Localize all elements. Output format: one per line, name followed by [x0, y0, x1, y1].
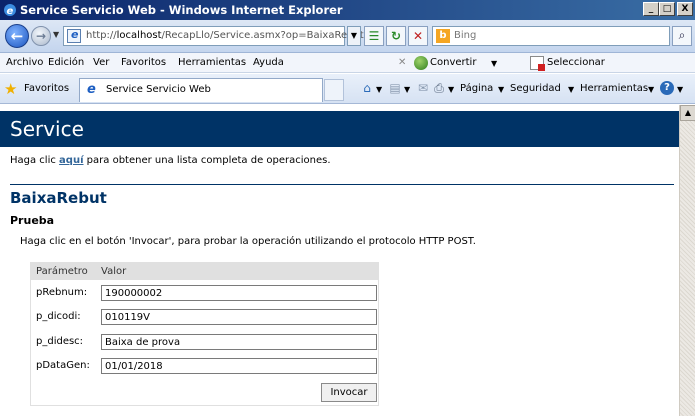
url-text: http://localhost/RecapLlo/Service.asmx?o… [86, 30, 364, 41]
vertical-scrollbar[interactable]: ▲ [679, 105, 695, 416]
convertir-dropdown-icon[interactable]: ▼ [491, 59, 497, 68]
search-placeholder: Bing [454, 30, 477, 41]
close-toolbar-icon[interactable]: ✕ [398, 57, 406, 68]
ie-page-icon: e [87, 82, 96, 97]
menu-herramientas[interactable]: Herramientas [178, 57, 246, 68]
ie-logo-icon: e [4, 4, 16, 17]
print-dropdown-icon[interactable]: ▼ [448, 85, 454, 94]
bing-icon: b [436, 29, 450, 43]
home-dropdown-icon[interactable]: ▼ [376, 85, 382, 94]
tab-service[interactable]: e Service Servicio Web [79, 78, 323, 102]
home-icon[interactable]: ⌂ [360, 81, 374, 95]
param-label-pdatagen: pDataGen: [36, 360, 90, 371]
star-icon: ★ [4, 80, 18, 98]
menu-archivo[interactable]: Archivo [6, 57, 43, 68]
safety-menu[interactable]: Seguridad [510, 83, 561, 94]
tools-dropdown-icon[interactable]: ▼ [648, 85, 654, 94]
parameters-table: Parámetro Valor pRebnum: p_dicodi: p_did… [30, 262, 379, 406]
forward-button[interactable]: → [31, 26, 51, 46]
service-banner: Service [0, 111, 679, 147]
page-icon [67, 28, 81, 43]
menu-edicion[interactable]: Edición [48, 57, 84, 68]
convert-icon [414, 56, 428, 70]
window-title-bar: e Service Servicio Web - Windows Interne… [0, 0, 695, 20]
menu-ayuda[interactable]: Ayuda [253, 57, 284, 68]
param-label-p-didesc: p_didesc: [36, 336, 84, 347]
p-didesc-input[interactable] [101, 334, 377, 350]
svg-text:e: e [7, 6, 14, 17]
feeds-icon[interactable]: ▤ [388, 81, 402, 95]
print-icon[interactable]: ⎙ [432, 81, 446, 95]
header-param: Parámetro [36, 266, 88, 277]
divider [10, 184, 674, 185]
section-title: Prueba [10, 214, 55, 227]
history-dropdown-icon[interactable]: ▼ [53, 30, 59, 39]
favorites-bar: ★ Favoritos e Service Servicio Web ⌂ ▼ ▤… [0, 74, 695, 104]
seleccionar-button[interactable]: Seleccionar [547, 57, 605, 68]
url-field[interactable]: http://localhost/RecapLlo/Service.asmx?o… [63, 26, 364, 46]
menu-ver[interactable]: Ver [93, 57, 109, 68]
select-icon [530, 56, 545, 71]
tab-label: Service Servicio Web [106, 84, 211, 95]
header-value: Valor [101, 266, 127, 277]
new-tab-button[interactable] [324, 79, 344, 101]
param-label-p-dicodi: p_dicodi: [36, 311, 81, 322]
tools-menu[interactable]: Herramientas [580, 83, 648, 94]
page-dropdown-icon[interactable]: ▼ [498, 85, 504, 94]
convertir-button[interactable]: Convertir [430, 57, 476, 68]
invoke-button[interactable]: Invocar [321, 383, 377, 402]
help-icon[interactable]: ? [660, 81, 674, 95]
page-content: Service Haga clic aquí para obtener una … [0, 105, 679, 416]
test-description: Haga clic en el botón 'Invocar', para pr… [20, 236, 476, 247]
menu-favoritos[interactable]: Favoritos [121, 57, 166, 68]
menu-bar: Archivo Edición Ver Favoritos Herramient… [0, 53, 695, 73]
page-title: Service [10, 117, 84, 141]
stop-icon[interactable]: ✕ [408, 26, 428, 46]
param-label-prebnum: pRebnum: [36, 287, 88, 298]
minimize-button[interactable]: _ [643, 2, 659, 16]
operations-list-link[interactable]: aquí [59, 155, 83, 166]
prebnum-input[interactable] [101, 285, 377, 301]
help-dropdown-icon[interactable]: ▼ [677, 85, 683, 94]
window-title: Service Servicio Web - Windows Internet … [20, 3, 343, 17]
safety-dropdown-icon[interactable]: ▼ [568, 85, 574, 94]
pdatagen-input[interactable] [101, 358, 377, 374]
back-button[interactable]: ← [5, 24, 29, 48]
mail-icon[interactable]: ✉ [416, 81, 430, 95]
operation-title: BaixaRebut [10, 189, 107, 207]
page-menu[interactable]: Página [460, 83, 493, 94]
scroll-up-icon[interactable]: ▲ [680, 105, 695, 121]
table-header: Parámetro Valor [30, 262, 379, 280]
search-input[interactable]: b Bing [432, 26, 670, 46]
scroll-track[interactable] [680, 121, 695, 416]
url-dropdown-icon[interactable]: ▼ [347, 26, 361, 46]
intro-text: Haga clic aquí para obtener una lista co… [10, 155, 331, 166]
favorites-label: Favoritos [24, 83, 70, 94]
search-icon[interactable]: ⌕ [672, 26, 692, 46]
compatibility-view-icon[interactable]: ☰ [364, 26, 384, 46]
p-dicodi-input[interactable] [101, 309, 377, 325]
address-bar: ← → ▼ http://localhost/RecapLlo/Service.… [0, 20, 695, 53]
maximize-button[interactable]: □ [659, 2, 675, 16]
refresh-icon[interactable]: ↻ [386, 26, 406, 46]
feeds-dropdown-icon[interactable]: ▼ [404, 85, 410, 94]
favorites-button[interactable]: ★ Favoritos [4, 79, 69, 99]
table-body: pRebnum: p_dicodi: p_didesc: pDataGen: I… [30, 280, 379, 406]
close-window-button[interactable]: X [677, 2, 693, 16]
